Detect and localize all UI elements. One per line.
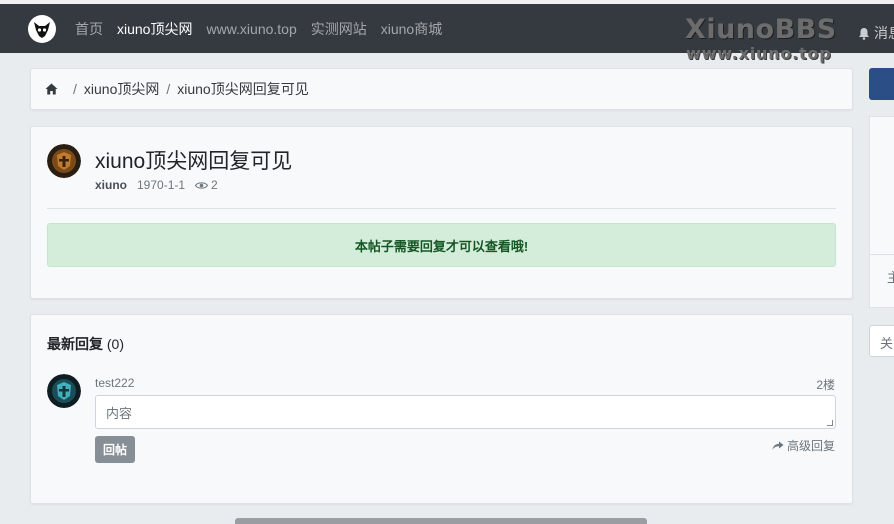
sidebar-card: 主: [869, 116, 894, 308]
home-icon[interactable]: [45, 83, 58, 95]
replies-card: 最新回复 (0) test222 2楼 内容 回帖 高级回复: [30, 314, 853, 504]
eye-icon: [195, 181, 209, 189]
reply-content-input[interactable]: 内容: [95, 395, 836, 429]
sidebar-search-placeholder: 关: [880, 336, 894, 351]
post-divider: [47, 208, 836, 209]
share-icon: [772, 441, 784, 450]
bell-icon: [859, 27, 869, 40]
bottom-scroll-bar[interactable]: [235, 518, 647, 524]
reply-floor: 2楼: [816, 378, 835, 392]
breadcrumb-separator: /: [166, 81, 171, 97]
sidebar-card-text: 主: [887, 270, 894, 285]
messages-label: 消息: [874, 25, 894, 41]
nav-link-website[interactable]: www.xiuno.top: [206, 21, 296, 37]
post-views: 2: [195, 178, 218, 192]
brand-watermark-url: www.xiuno.top: [686, 44, 832, 63]
breadcrumb-separator: /: [73, 81, 77, 97]
resize-handle[interactable]: [827, 420, 833, 426]
replies-title: 最新回复: [47, 336, 103, 352]
breadcrumb-forum[interactable]: xiuno顶尖网: [84, 79, 159, 99]
post-meta: xiuno 1970-1-1 2: [95, 178, 218, 192]
nav-link-shop[interactable]: xiuno商城: [381, 19, 442, 39]
nav-link-home[interactable]: 首页: [75, 19, 103, 39]
submit-reply-button[interactable]: 回帖: [95, 436, 135, 463]
sidebar-search-input[interactable]: 关: [869, 325, 894, 357]
replies-header: 最新回复 (0): [47, 334, 124, 354]
nav-link-test-site[interactable]: 实测网站: [311, 19, 367, 39]
sidebar-primary-button[interactable]: [869, 68, 894, 100]
nav-links: 首页 xiuno顶尖网 www.xiuno.top 实测网站 xiuno商城: [75, 4, 442, 53]
breadcrumb: / xiuno顶尖网 / xiuno顶尖网回复可见: [30, 68, 853, 110]
post-author[interactable]: xiuno: [95, 178, 127, 192]
replies-count: (0): [106, 336, 125, 352]
site-logo-icon[interactable]: [28, 15, 56, 43]
reply-username[interactable]: test222: [95, 376, 134, 390]
brand-watermark: XiunoBBS: [685, 14, 837, 45]
post-card: xiuno顶尖网回复可见 xiuno 1970-1-1 2 本帖子需要回复才可以…: [30, 126, 853, 299]
reply-user-avatar[interactable]: [47, 374, 81, 408]
nav-link-xiuno[interactable]: xiuno顶尖网: [117, 19, 192, 39]
advanced-reply-label: 高级回复: [786, 439, 835, 453]
advanced-reply-link[interactable]: 高级回复: [772, 437, 835, 454]
reply-input-placeholder: 内容: [106, 406, 133, 421]
post-views-count: 2: [211, 178, 218, 192]
reply-required-alert: 本帖子需要回复才可以查看哦!: [47, 223, 836, 267]
breadcrumb-thread[interactable]: xiuno顶尖网回复可见: [177, 79, 308, 99]
sidebar-card-divider: [870, 254, 894, 255]
messages-link[interactable]: 消息: [858, 23, 894, 43]
post-title: xiuno顶尖网回复可见: [95, 150, 293, 173]
author-avatar[interactable]: [47, 144, 81, 178]
post-date: 1970-1-1: [137, 178, 186, 192]
